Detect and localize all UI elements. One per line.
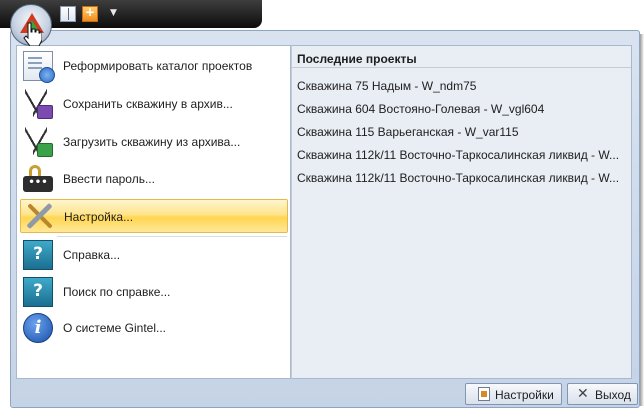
exit-button[interactable]: ✕ Выход [567,383,638,405]
exit-button-label: Выход [595,388,631,402]
menu-item-label: Настройка... [64,210,134,224]
help-icon: ? [23,240,53,270]
menu-item-label: Загрузить скважину из архива... [63,135,241,149]
recent-project-item[interactable]: Скважина 112k/11 Восточно-Таркосалинская… [297,171,624,185]
menu-item-label: Реформировать каталог проектов [63,59,253,73]
load-well-archive-icon [23,127,53,157]
recent-projects-pane: Последние проекты Скважина 75 Надым - W_… [291,45,632,379]
window-shadow [640,34,644,406]
menu-item-help[interactable]: ? Справка... [20,238,288,272]
book-icon[interactable] [60,6,76,22]
settings-button-label: Настройки [495,388,554,402]
recent-project-item[interactable]: Скважина 75 Надым - W_ndm75 [297,79,624,93]
tools-icon [24,202,54,232]
menu-item-save-well-archive[interactable]: Сохранить скважину в архив... [20,87,288,121]
settings-quick-icon[interactable] [82,5,98,22]
hand-cursor-icon [23,22,42,46]
recent-project-item[interactable]: Скважина 115 Варьеганская - W_var115 [297,125,624,139]
application-menu: Реформировать каталог проектов Сохранить… [10,30,640,408]
settings-document-icon [478,387,490,401]
menu-item-load-well-archive[interactable]: Загрузить скважину из архива... [20,125,288,159]
menu-item-help-search[interactable]: ? Поиск по справке... [20,275,288,309]
menu-item-label: О системе Gintel... [63,321,167,335]
settings-button[interactable]: Настройки [465,383,562,405]
save-well-archive-icon [23,89,53,119]
recent-project-item[interactable]: Скважина 112k/11 Восточно-Таркосалинская… [297,148,624,162]
menu-item-label: Поиск по справке... [63,285,171,299]
recent-projects-header: Последние проекты [292,46,631,68]
menu-item-reformat-catalog[interactable]: Реформировать каталог проектов [20,49,288,83]
menu-item-label: Ввести пароль... [63,172,155,186]
menu-item-settings[interactable]: Настройка... [20,199,288,233]
menu-item-label: Справка... [63,248,121,262]
info-icon: i [23,313,53,343]
menu-item-label: Сохранить скважину в архив... [63,97,233,111]
customize-toolbar-chevron-icon[interactable]: ▼ [110,8,120,24]
menu-item-about[interactable]: i О системе Gintel... [20,311,288,345]
password-lock-icon [23,164,53,194]
menu-commands-pane: Реформировать каталог проектов Сохранить… [16,45,291,379]
help-search-icon: ? [23,277,53,307]
reformat-catalog-icon [23,51,55,83]
recent-project-item[interactable]: Скважина 604 Востояно-Голевая - W_vgl604 [297,102,624,116]
close-icon: ✕ [577,386,589,402]
menu-separator [57,236,287,237]
menu-item-enter-password[interactable]: Ввести пароль... [20,162,288,196]
